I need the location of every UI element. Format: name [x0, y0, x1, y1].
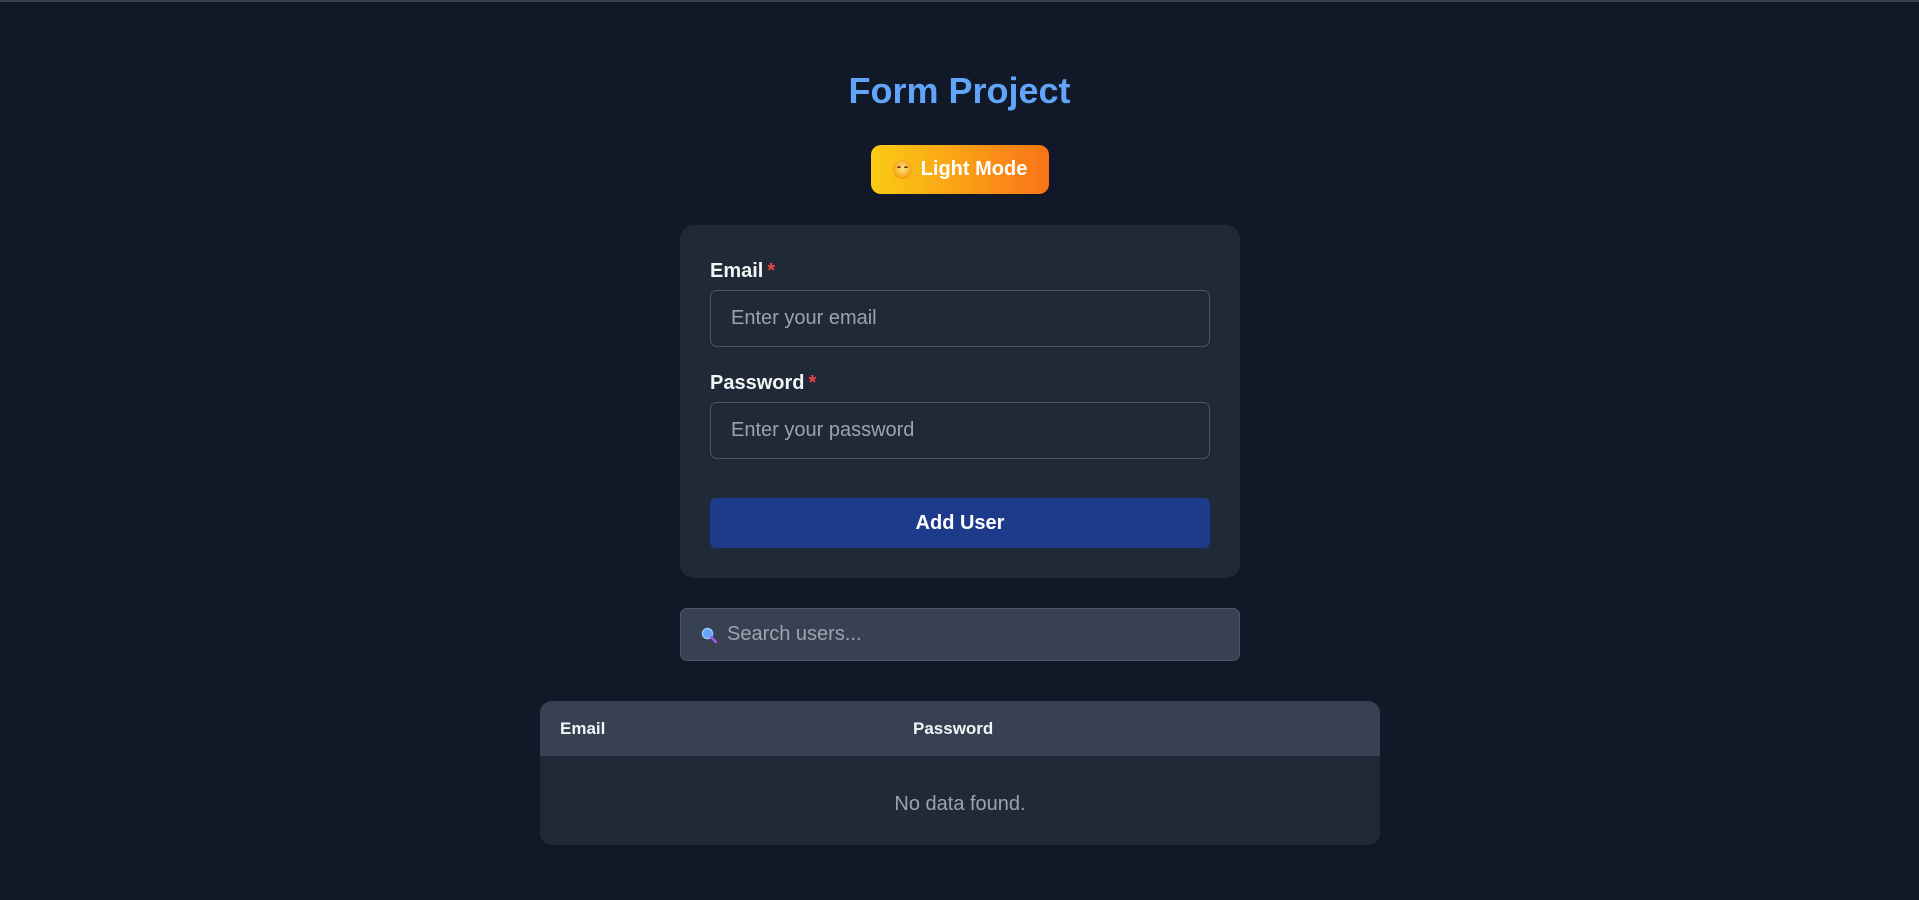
search-bar — [680, 608, 1240, 661]
page: Form Project Light Mode Email* Password*… — [0, 0, 1919, 900]
table-header: Email Password — [540, 701, 1380, 756]
theme-toggle-button[interactable]: Light Mode — [871, 145, 1049, 194]
sun-icon — [892, 160, 912, 179]
search-input[interactable] — [727, 609, 1227, 660]
password-label: Password * — [710, 372, 816, 395]
empty-table-message: No data found. — [894, 793, 1026, 815]
column-header-email: Email — [560, 719, 606, 738]
window-top-border — [0, 0, 1919, 2]
users-table: Email Password No data found. — [540, 701, 1380, 845]
password-label-text: Password — [710, 372, 805, 394]
password-input[interactable] — [710, 402, 1210, 459]
email-required-mark: * — [767, 260, 776, 282]
search-icon — [701, 627, 717, 643]
theme-toggle-label: Light Mode — [920, 158, 1028, 180]
column-header-password: Password — [913, 719, 994, 738]
page-title: Form Project — [848, 70, 1071, 111]
email-label-text: Email — [710, 260, 764, 282]
add-user-button[interactable]: Add User — [710, 498, 1210, 548]
user-form: Email* Password* Add User — [680, 225, 1240, 578]
password-required-mark: * — [808, 372, 817, 394]
email-input[interactable] — [710, 290, 1210, 347]
email-label: Email * — [710, 260, 775, 283]
